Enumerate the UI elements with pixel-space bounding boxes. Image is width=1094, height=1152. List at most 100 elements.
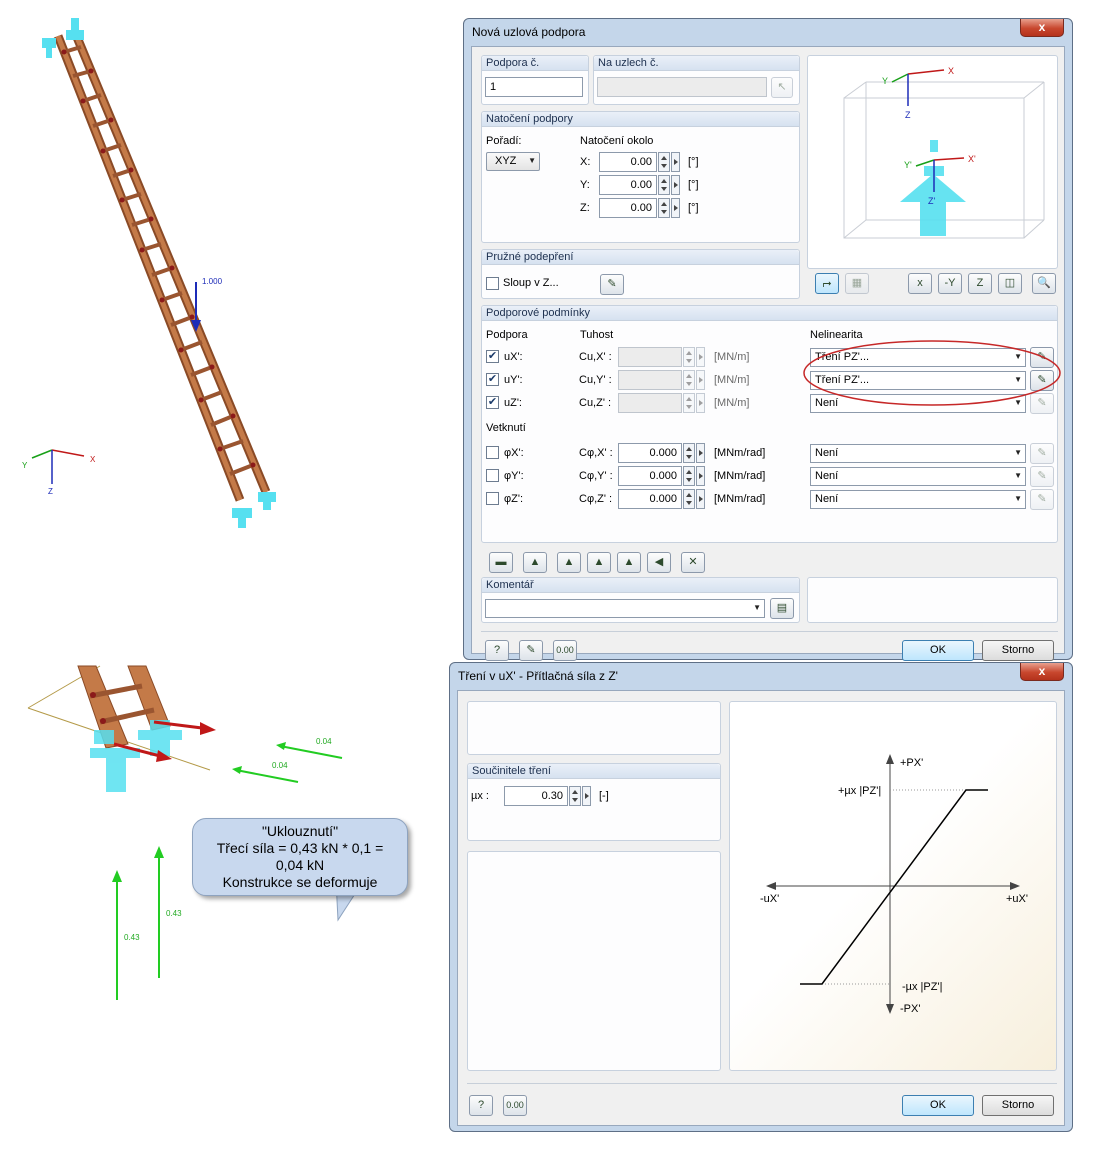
friction-coef-header: Součinitele tření bbox=[468, 764, 720, 779]
support-number-group: Podpora č. 1 bbox=[481, 55, 589, 105]
cphiy-spinner[interactable] bbox=[683, 466, 695, 486]
order-select[interactable]: XYZ bbox=[486, 152, 540, 171]
support-detail bbox=[90, 720, 182, 792]
mu-pos-label: +µx |PZ'| bbox=[838, 785, 881, 797]
mu-input[interactable]: 0.30 bbox=[504, 786, 568, 806]
rot-x-arrow[interactable] bbox=[671, 152, 680, 172]
phiy-label: φY': bbox=[504, 470, 524, 482]
callout-line-2: Třecí síla = 0,43 kN * 0,1 = bbox=[216, 840, 384, 856]
rot-z-arrow[interactable] bbox=[671, 198, 680, 218]
close-button[interactable]: x bbox=[1020, 19, 1064, 37]
friction-close-button[interactable]: x bbox=[1020, 663, 1064, 681]
mu-spinner[interactable] bbox=[569, 786, 581, 806]
p-neg-label: -PX' bbox=[900, 1003, 920, 1015]
support-free-button[interactable]: ✕ bbox=[681, 552, 705, 573]
support-roller-x-button[interactable]: ▲ bbox=[587, 552, 611, 573]
phix-nonlinearity-edit-icon[interactable]: ✎ bbox=[1030, 443, 1054, 464]
phix-nonlinearity-select[interactable]: Není bbox=[810, 444, 1026, 463]
comment-library-icon[interactable]: ▤ bbox=[770, 598, 794, 619]
rot-z-spinner[interactable] bbox=[658, 198, 670, 218]
view-x-button[interactable]: x bbox=[908, 273, 932, 294]
mu-arrow[interactable] bbox=[582, 786, 591, 806]
rotation-header: Natočení podpory bbox=[482, 112, 799, 127]
friction-help-icon[interactable]: ? bbox=[469, 1095, 493, 1116]
cphiy-arrow[interactable] bbox=[696, 466, 705, 486]
preview-z: Z bbox=[905, 110, 911, 120]
nodes-input[interactable] bbox=[597, 77, 767, 97]
cphiz-input[interactable]: 0.000 bbox=[618, 489, 682, 509]
ux-checkbox[interactable]: ✔ bbox=[486, 350, 499, 363]
phiz-nonlinearity-edit-icon[interactable]: ✎ bbox=[1030, 489, 1054, 510]
comment-input[interactable] bbox=[485, 599, 765, 618]
cux-arrow[interactable] bbox=[696, 347, 705, 367]
cphiz-arrow[interactable] bbox=[696, 489, 705, 509]
column-edit-icon[interactable]: ✎ bbox=[600, 274, 624, 295]
rot-y-arrow[interactable] bbox=[671, 175, 680, 195]
cuz-arrow[interactable] bbox=[696, 393, 705, 413]
view-neg-y-button[interactable]: -Y bbox=[938, 273, 962, 294]
cux-spinner[interactable] bbox=[683, 347, 695, 367]
footer-separator bbox=[481, 631, 1058, 632]
axis-z-label: Z bbox=[48, 487, 53, 496]
rot-x-spinner[interactable] bbox=[658, 152, 670, 172]
phiy-checkbox[interactable] bbox=[486, 469, 499, 482]
support-roller-y-button[interactable]: ▲ bbox=[617, 552, 641, 573]
cuy-input[interactable] bbox=[618, 370, 682, 390]
fixity-label: Vetknutí bbox=[486, 422, 526, 434]
mu-neg-label: -µx |PZ'| bbox=[902, 981, 942, 993]
cancel-button[interactable]: Storno bbox=[982, 640, 1054, 661]
support-hinged-button[interactable]: ▬ bbox=[489, 552, 513, 573]
cux-input[interactable] bbox=[618, 347, 682, 367]
rot-y-input[interactable]: 0.00 bbox=[599, 175, 657, 195]
phiz-label: φZ': bbox=[504, 493, 524, 505]
cphiy-input[interactable]: 0.000 bbox=[618, 466, 682, 486]
view-iso-button[interactable]: ◫ bbox=[998, 273, 1022, 294]
view-render-button[interactable]: ▦ bbox=[845, 273, 869, 294]
rot-x-label: X: bbox=[580, 156, 591, 168]
support-fixed-button[interactable]: ▲ bbox=[523, 552, 547, 573]
rot-z-unit: [°] bbox=[688, 202, 699, 214]
callout-line-1: "Uklouznutí" bbox=[261, 823, 339, 839]
elastic-header: Pružné podepření bbox=[482, 250, 799, 265]
phiy-nonlinearity-edit-icon[interactable]: ✎ bbox=[1030, 466, 1054, 487]
units-icon[interactable]: 0.00 bbox=[553, 640, 577, 661]
pick-nodes-icon[interactable]: ↖ bbox=[771, 77, 793, 98]
cux-unit: [MN/m] bbox=[714, 351, 750, 363]
friction-value-2: 0.04 bbox=[272, 761, 288, 770]
rot-y-spinner[interactable] bbox=[658, 175, 670, 195]
column-checkbox[interactable] bbox=[486, 277, 499, 290]
cuy-spinner[interactable] bbox=[683, 370, 695, 390]
support-wall-button[interactable]: ◀ bbox=[647, 552, 671, 573]
view-z-button[interactable]: Z bbox=[968, 273, 992, 294]
edit-icon[interactable]: ✎ bbox=[519, 640, 543, 661]
friction-units-icon[interactable]: 0.00 bbox=[503, 1095, 527, 1116]
comment-group: Komentář ▤ bbox=[481, 577, 800, 623]
cuz-spinner[interactable] bbox=[683, 393, 695, 413]
elastic-support-group: Pružné podepření Sloup v Z... ✎ bbox=[481, 249, 800, 299]
cuy-arrow[interactable] bbox=[696, 370, 705, 390]
friction-ok-button[interactable]: OK bbox=[902, 1095, 974, 1116]
support-number-input[interactable]: 1 bbox=[485, 77, 583, 97]
cuz-input[interactable] bbox=[618, 393, 682, 413]
cphiz-spinner[interactable] bbox=[683, 489, 695, 509]
axis-triad: X Y Z bbox=[22, 449, 96, 496]
cphix-spinner[interactable] bbox=[683, 443, 695, 463]
phiz-nonlinearity-select[interactable]: Není bbox=[810, 490, 1026, 509]
phix-checkbox[interactable] bbox=[486, 446, 499, 459]
uy-checkbox[interactable]: ✔ bbox=[486, 373, 499, 386]
cphix-arrow[interactable] bbox=[696, 443, 705, 463]
support-roller-button[interactable]: ▲ bbox=[557, 552, 581, 573]
cphix-input[interactable]: 0.000 bbox=[618, 443, 682, 463]
normal-value-1: 0.43 bbox=[124, 933, 140, 942]
help-icon[interactable]: ? bbox=[485, 640, 509, 661]
uz-checkbox[interactable]: ✔ bbox=[486, 396, 499, 409]
ok-button[interactable]: OK bbox=[902, 640, 974, 661]
phiz-checkbox[interactable] bbox=[486, 492, 499, 505]
friction-cancel-button[interactable]: Storno bbox=[982, 1095, 1054, 1116]
cphix-label: Cφ,X' : bbox=[579, 447, 613, 459]
phiy-nonlinearity-select[interactable]: Není bbox=[810, 467, 1026, 486]
view-axes-button[interactable]: ⮣ bbox=[815, 273, 839, 294]
rot-z-input[interactable]: 0.00 bbox=[599, 198, 657, 218]
rot-x-input[interactable]: 0.00 bbox=[599, 152, 657, 172]
zoom-icon[interactable]: 🔍 bbox=[1032, 273, 1056, 294]
